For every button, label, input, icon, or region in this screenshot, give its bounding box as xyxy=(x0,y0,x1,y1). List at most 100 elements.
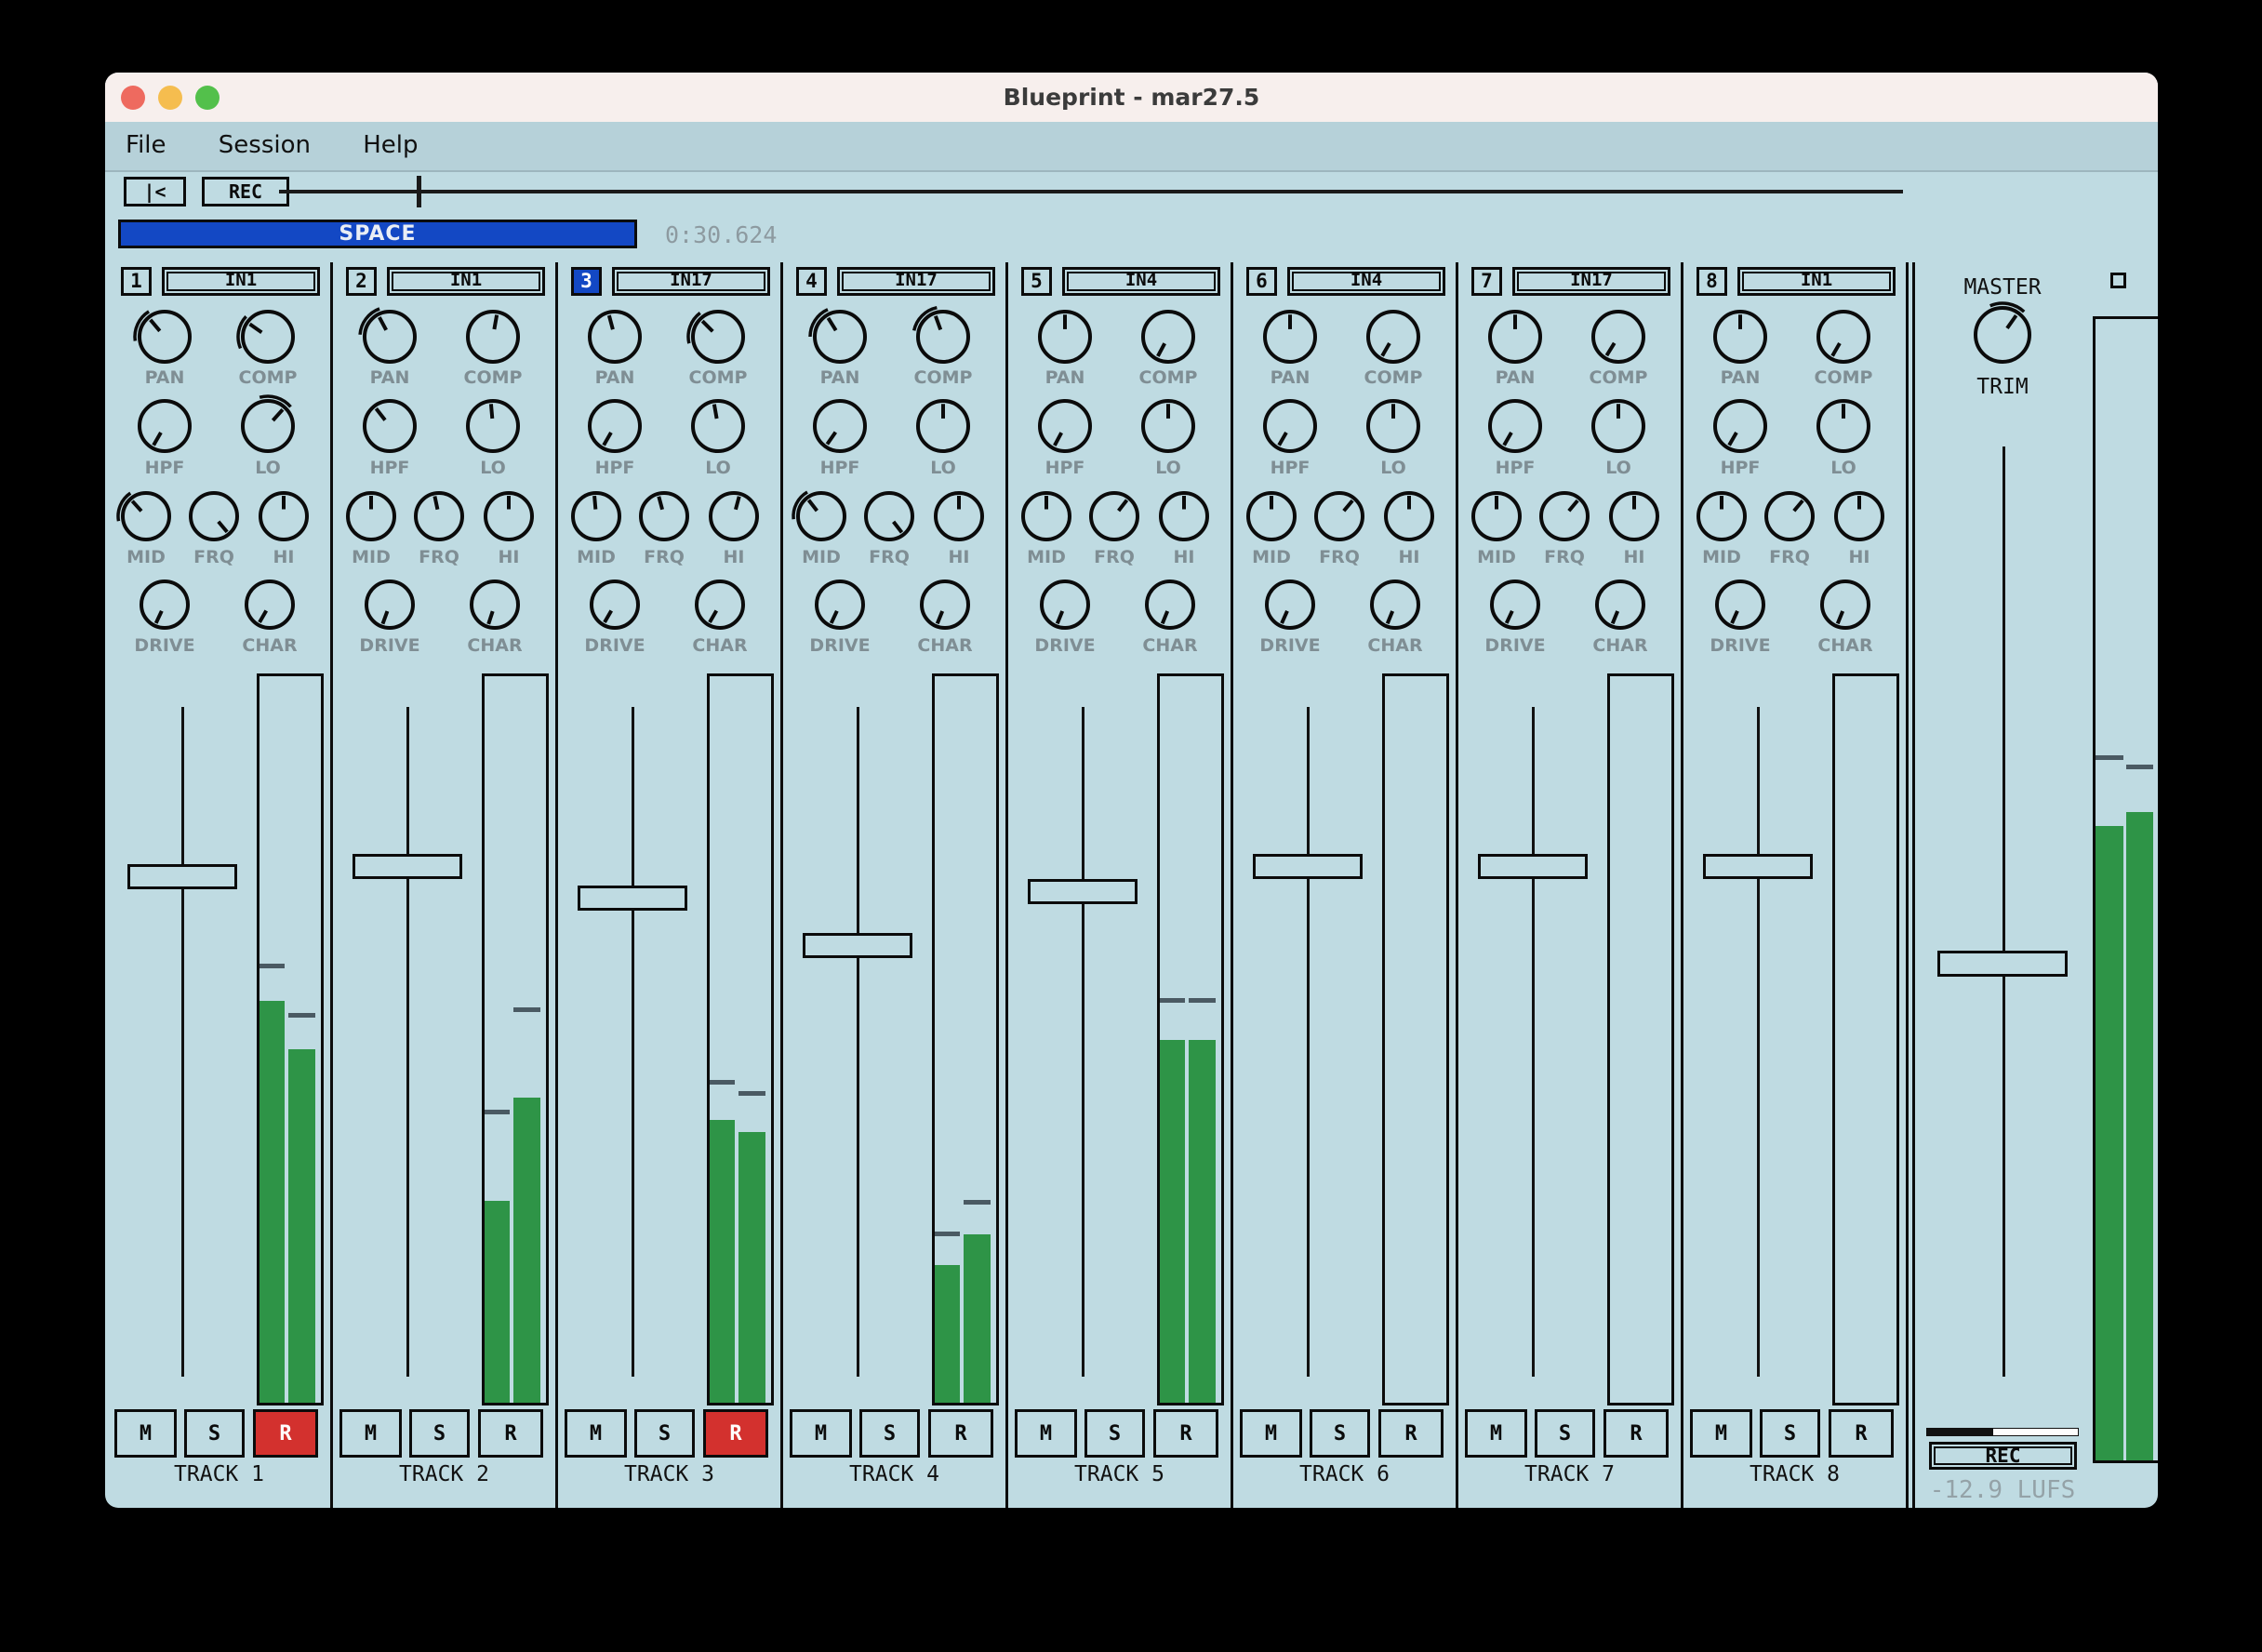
hi-knob-dial-track-3[interactable] xyxy=(703,486,765,547)
drive-knob-track-8[interactable] xyxy=(1710,574,1771,639)
hpf-knob-dial-track-7[interactable] xyxy=(1483,393,1548,459)
record-button-track-7[interactable]: R xyxy=(1603,1409,1669,1458)
menu-item-session[interactable]: Session xyxy=(219,122,311,168)
char-knob-track-7[interactable] xyxy=(1590,574,1651,639)
mid-knob-dial-track-7[interactable] xyxy=(1466,486,1527,547)
lo-knob-dial-track-1[interactable] xyxy=(235,393,300,459)
menu-item-help[interactable]: Help xyxy=(363,122,418,168)
char-knob-track-2[interactable] xyxy=(464,574,526,639)
char-knob-dial-track-7[interactable] xyxy=(1590,574,1651,635)
track-number-7[interactable]: 7 xyxy=(1471,267,1502,296)
frq-knob-dial-track-8[interactable] xyxy=(1759,486,1820,547)
hpf-knob-dial-track-2[interactable] xyxy=(357,393,422,459)
lo-knob-track-8[interactable] xyxy=(1811,393,1876,462)
fader-handle-track-1[interactable] xyxy=(127,864,237,889)
lo-knob-track-5[interactable] xyxy=(1136,393,1201,462)
track-number-2[interactable]: 2 xyxy=(346,267,377,296)
char-knob-dial-track-8[interactable] xyxy=(1815,574,1876,635)
lo-knob-dial-track-8[interactable] xyxy=(1811,393,1876,459)
hi-knob-track-6[interactable] xyxy=(1378,486,1440,551)
pan-knob-dial-track-2[interactable] xyxy=(357,304,422,369)
char-knob-track-8[interactable] xyxy=(1815,574,1876,639)
mid-knob-track-7[interactable] xyxy=(1466,486,1527,551)
hpf-knob-track-1[interactable] xyxy=(132,393,197,462)
hpf-knob-track-2[interactable] xyxy=(357,393,422,462)
frq-knob-dial-track-1[interactable] xyxy=(183,486,245,547)
pan-knob-track-6[interactable] xyxy=(1257,304,1323,373)
trim-knob[interactable] xyxy=(1968,300,2037,373)
master-checkbox[interactable] xyxy=(2110,273,2126,288)
lo-knob-track-3[interactable] xyxy=(685,393,751,462)
pan-knob-dial-track-8[interactable] xyxy=(1708,304,1773,369)
pan-knob-dial-track-1[interactable] xyxy=(132,304,197,369)
input-select-track-2[interactable]: IN1 xyxy=(387,267,545,296)
lo-knob-dial-track-6[interactable] xyxy=(1361,393,1426,459)
lo-knob-track-2[interactable] xyxy=(460,393,526,462)
mid-knob-track-6[interactable] xyxy=(1241,486,1302,551)
track-number-1[interactable]: 1 xyxy=(121,267,152,296)
rewind-button[interactable]: |< xyxy=(124,177,186,206)
pan-knob-track-8[interactable] xyxy=(1708,304,1773,373)
frq-knob-track-2[interactable] xyxy=(408,486,470,551)
mid-knob-dial-track-3[interactable] xyxy=(566,486,627,547)
record-button-track-8[interactable]: R xyxy=(1829,1409,1894,1458)
pan-knob-track-3[interactable] xyxy=(582,304,647,373)
hpf-knob-dial-track-4[interactable] xyxy=(807,393,872,459)
pan-knob-dial-track-5[interactable] xyxy=(1032,304,1098,369)
pan-knob-track-5[interactable] xyxy=(1032,304,1098,373)
char-knob-track-1[interactable] xyxy=(239,574,300,639)
drive-knob-dial-track-7[interactable] xyxy=(1484,574,1546,635)
mute-button-track-5[interactable]: M xyxy=(1015,1409,1077,1458)
comp-knob-track-3[interactable] xyxy=(685,304,751,373)
drive-knob-track-2[interactable] xyxy=(359,574,420,639)
char-knob-track-4[interactable] xyxy=(914,574,976,639)
hi-knob-track-7[interactable] xyxy=(1603,486,1665,551)
hpf-knob-dial-track-5[interactable] xyxy=(1032,393,1098,459)
frq-knob-track-3[interactable] xyxy=(633,486,695,551)
track-number-8[interactable]: 8 xyxy=(1696,267,1727,296)
record-button-track-4[interactable]: R xyxy=(928,1409,993,1458)
solo-button-track-6[interactable]: S xyxy=(1310,1409,1370,1458)
mid-knob-track-2[interactable] xyxy=(340,486,402,551)
record-button-track-2[interactable]: R xyxy=(478,1409,543,1458)
mid-knob-track-4[interactable] xyxy=(791,486,852,551)
char-knob-track-5[interactable] xyxy=(1139,574,1201,639)
mid-knob-dial-track-8[interactable] xyxy=(1691,486,1752,547)
input-select-track-4[interactable]: IN17 xyxy=(837,267,995,296)
comp-knob-dial-track-1[interactable] xyxy=(235,304,300,369)
char-knob-dial-track-3[interactable] xyxy=(689,574,751,635)
solo-button-track-2[interactable]: S xyxy=(409,1409,470,1458)
lo-knob-track-4[interactable] xyxy=(911,393,976,462)
hi-knob-track-8[interactable] xyxy=(1829,486,1890,551)
char-knob-dial-track-4[interactable] xyxy=(914,574,976,635)
frq-knob-dial-track-5[interactable] xyxy=(1084,486,1145,547)
record-button-track-5[interactable]: R xyxy=(1153,1409,1218,1458)
menu-item-file[interactable]: File xyxy=(126,122,166,168)
mid-knob-dial-track-1[interactable] xyxy=(115,486,177,547)
drive-knob-dial-track-1[interactable] xyxy=(134,574,195,635)
input-select-track-3[interactable]: IN17 xyxy=(612,267,770,296)
hi-knob-track-2[interactable] xyxy=(478,486,539,551)
solo-button-track-1[interactable]: S xyxy=(184,1409,245,1458)
hpf-knob-dial-track-1[interactable] xyxy=(132,393,197,459)
comp-knob-track-5[interactable] xyxy=(1136,304,1201,373)
mid-knob-track-5[interactable] xyxy=(1016,486,1077,551)
lo-knob-dial-track-3[interactable] xyxy=(685,393,751,459)
char-knob-dial-track-6[interactable] xyxy=(1364,574,1426,635)
mute-button-track-8[interactable]: M xyxy=(1690,1409,1752,1458)
comp-knob-track-7[interactable] xyxy=(1586,304,1651,373)
drive-knob-track-5[interactable] xyxy=(1034,574,1096,639)
frq-knob-track-7[interactable] xyxy=(1534,486,1595,551)
drive-knob-track-1[interactable] xyxy=(134,574,195,639)
lo-knob-track-7[interactable] xyxy=(1586,393,1651,462)
lo-knob-dial-track-2[interactable] xyxy=(460,393,526,459)
fader-handle-track-4[interactable] xyxy=(803,933,912,958)
input-select-track-1[interactable]: IN1 xyxy=(162,267,320,296)
solo-button-track-7[interactable]: S xyxy=(1535,1409,1595,1458)
hi-knob-track-3[interactable] xyxy=(703,486,765,551)
hpf-knob-dial-track-6[interactable] xyxy=(1257,393,1323,459)
comp-knob-dial-track-3[interactable] xyxy=(685,304,751,369)
frq-knob-track-4[interactable] xyxy=(858,486,920,551)
lo-knob-dial-track-5[interactable] xyxy=(1136,393,1201,459)
comp-knob-dial-track-4[interactable] xyxy=(911,304,976,369)
